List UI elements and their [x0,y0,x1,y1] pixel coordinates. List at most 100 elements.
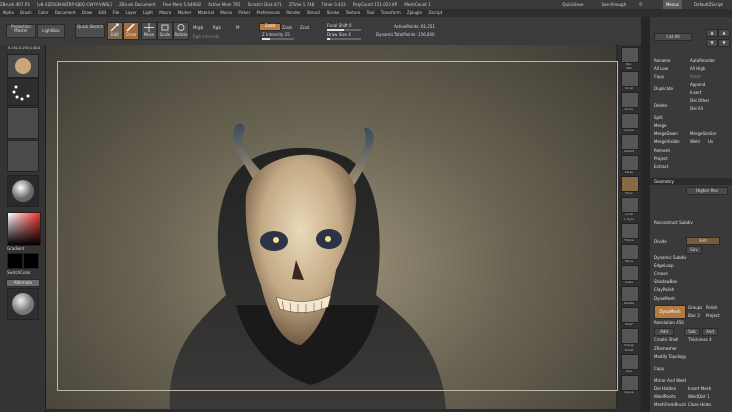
menu-transform[interactable]: Transform [381,10,401,15]
menu-alpha[interactable]: Alpha [3,10,14,15]
draw-size-track[interactable] [327,38,361,40]
transp-button[interactable] [621,328,639,344]
color-picker[interactable] [7,212,41,246]
alternate-button[interactable]: Alternate [6,279,40,287]
menu-tool[interactable]: Tool [367,10,375,15]
mergesimilar-button[interactable]: MergeSimilar [690,131,716,136]
rgb-intensity-slider[interactable]: Rgb Intensity [193,34,220,39]
project-toggle[interactable]: Project [706,313,720,318]
all-high-button[interactable]: All High [690,66,705,71]
suv-toggle[interactable]: Suv [686,246,702,254]
menu-document[interactable]: Document [55,10,76,15]
blur-slider[interactable]: Blur 2 [688,313,700,318]
extract-button[interactable]: Extract [654,164,668,169]
insert-mesh-button[interactable]: Insert Mesh [688,386,711,391]
all-low-button[interactable]: All Low [654,66,668,71]
project-all-button[interactable]: Project [654,156,668,161]
actual-button[interactable] [621,113,639,129]
menu-preferences[interactable]: Preferences [257,10,281,15]
main-color-swatch[interactable] [7,253,23,269]
rotate-button[interactable]: Rotate [173,22,189,40]
default-zscript-button[interactable]: DefaultZScript [691,0,726,9]
draw-size-slider[interactable]: Draw Size 4 [327,32,351,37]
bpr-button[interactable] [621,47,639,63]
edgeloop-header[interactable]: EdgeLoop [654,263,674,268]
dynamesh-button[interactable]: DynaMesh [654,305,686,319]
switch-color-button[interactable]: SwitchColor [7,270,31,275]
xpose-button[interactable] [621,375,639,391]
menu-file[interactable]: File [113,10,120,15]
dynamic-button[interactable]: Dynamic [376,32,394,37]
scroll-button[interactable] [621,71,639,87]
mirror-and-weld-button[interactable]: Mirror And Weld [654,378,686,383]
copy-button[interactable]: Copy [654,74,664,79]
brush-thumbnail[interactable] [7,54,39,78]
insert-button[interactable]: Insert [690,90,701,95]
zcut-button[interactable]: Zcut [300,25,309,30]
dynamesh-header[interactable]: DynaMesh [654,296,675,301]
menu-movie[interactable]: Movie [220,10,232,15]
delete-button[interactable]: Delete [654,103,667,108]
rgb-button[interactable]: Rgb [213,25,221,30]
zoom-button[interactable] [621,92,639,108]
menus-button[interactable]: Menus [662,0,683,9]
mergedown-button[interactable]: MergeDown [654,131,678,136]
texture-thumbnail[interactable] [7,140,39,172]
focal-shift-track[interactable] [327,29,361,31]
menu-zplugin[interactable]: Zplugin [407,10,422,15]
mesh-from-brush-button[interactable]: MeshFromBrush [654,402,686,407]
weld-points-button[interactable]: WeldPoints [654,394,676,399]
menu-texture[interactable]: Texture [346,10,361,15]
mergevisible-button[interactable]: MergeVisible [654,139,680,144]
menu-stencil[interactable]: Stencil [307,10,321,15]
aahalf-button[interactable] [621,134,639,150]
remesh-button[interactable]: Remesh [654,148,670,153]
color-field[interactable] [8,213,40,245]
seethrough-slider[interactable]: See-through 0 [596,0,654,9]
scale-view-button[interactable] [621,265,639,281]
zsub-button[interactable]: Zsub [282,25,292,30]
crease-header[interactable]: Crease [654,271,668,276]
solo-button[interactable] [621,354,639,370]
menu-stroke[interactable]: Stroke [327,10,340,15]
divide-button[interactable]: Divide [654,239,667,244]
arrow-down2-button[interactable]: ▼ [718,39,730,47]
zremesher-header[interactable]: ZRemesher [654,346,677,351]
stroke-thumbnail[interactable] [7,78,39,106]
menu-zscript[interactable]: Zscript [428,10,442,15]
del-all-button[interactable]: Del All [690,106,703,111]
create-shell-button[interactable]: Create Shell [654,337,678,342]
close-holes-button[interactable]: Close Holes [688,402,711,407]
persp-button[interactable] [621,155,639,171]
scale-button[interactable]: Scale [157,22,173,40]
material-thumbnail[interactable] [7,175,39,207]
claypolish-header[interactable]: ClayPolish [654,287,674,292]
lightbox-button[interactable]: LightBox [37,24,65,38]
move-view-button[interactable] [621,244,639,260]
quicksave-button[interactable]: QuickSave [559,0,586,9]
autoreorder-button[interactable]: AutoReorder [690,58,715,63]
menu-edit[interactable]: Edit [98,10,106,15]
sub-button[interactable]: Sub [684,328,700,336]
reconstruct-subdiv-button[interactable]: Reconstruct Subdiv [654,220,693,225]
z-intensity-slider[interactable]: Z Intensity 25 [262,32,290,37]
menu-draw[interactable]: Draw [82,10,92,15]
menu-brush[interactable]: Brush [20,10,32,15]
append-button[interactable]: Append [690,82,705,87]
menu-layer[interactable]: Layer [125,10,136,15]
ghost-button[interactable]: Ghost [618,348,640,352]
higher-res-button[interactable]: Higher Res [686,187,728,195]
frame-button[interactable] [621,223,639,239]
dynamic-subdiv-header[interactable]: Dynamic Subdiv [654,255,687,260]
shadowbox-header[interactable]: ShadowBox [654,279,677,284]
split-button[interactable]: Split [654,115,663,120]
gradient-label[interactable]: Gradient [7,246,24,251]
polyf-button[interactable] [621,307,639,323]
menu-macro[interactable]: Macro [159,10,171,15]
local-button[interactable] [621,197,639,213]
duplicate-button[interactable]: Duplicate [654,86,673,91]
copy-topology-button[interactable]: Copy [654,366,664,371]
draw-button[interactable]: Draw [123,22,139,40]
menu-light[interactable]: Light [143,10,153,15]
and-button[interactable]: And [702,328,718,336]
